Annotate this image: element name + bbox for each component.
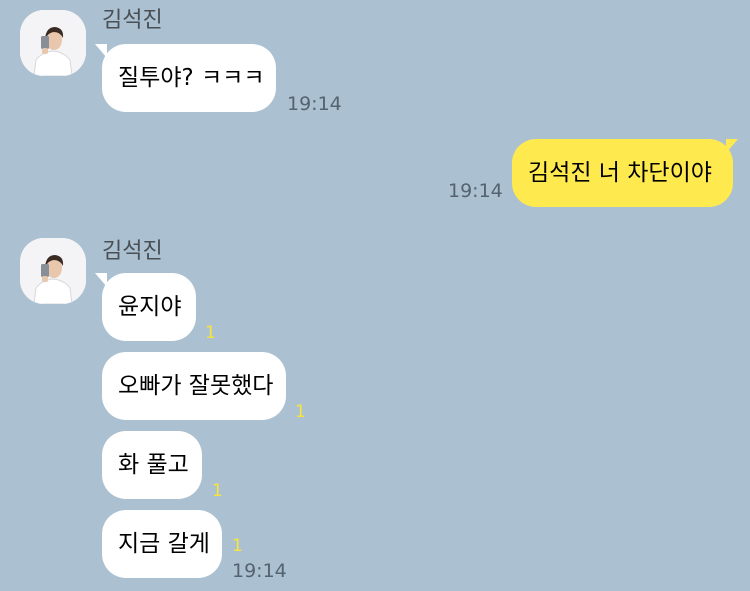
message-bubble[interactable]: 화 풀고: [102, 431, 202, 499]
message-time: 19:14: [448, 180, 503, 202]
sender-avatar[interactable]: [20, 238, 86, 304]
my-message-bubble[interactable]: 김석진 너 차단이야: [512, 139, 733, 207]
sender-name: 김석진: [102, 239, 163, 264]
profile-photo-icon: [20, 10, 86, 76]
profile-photo-icon: [20, 238, 86, 304]
unread-count: 1: [232, 536, 243, 556]
message-bubble[interactable]: 오빠가 잘못했다: [102, 352, 286, 420]
bubble-tail: [726, 139, 738, 153]
message-time: 19:14: [232, 560, 287, 582]
unread-count: 1: [295, 402, 306, 422]
sender-avatar[interactable]: [20, 10, 86, 76]
sender-name: 김석진: [102, 8, 163, 33]
message-time: 19:14: [287, 93, 342, 115]
message-bubble[interactable]: 질투야? ㅋㅋㅋ: [102, 44, 276, 112]
unread-count: 1: [212, 481, 223, 501]
unread-count: 1: [205, 323, 216, 343]
message-bubble[interactable]: 윤지야: [102, 273, 196, 341]
message-bubble[interactable]: 지금 갈게: [102, 510, 222, 578]
